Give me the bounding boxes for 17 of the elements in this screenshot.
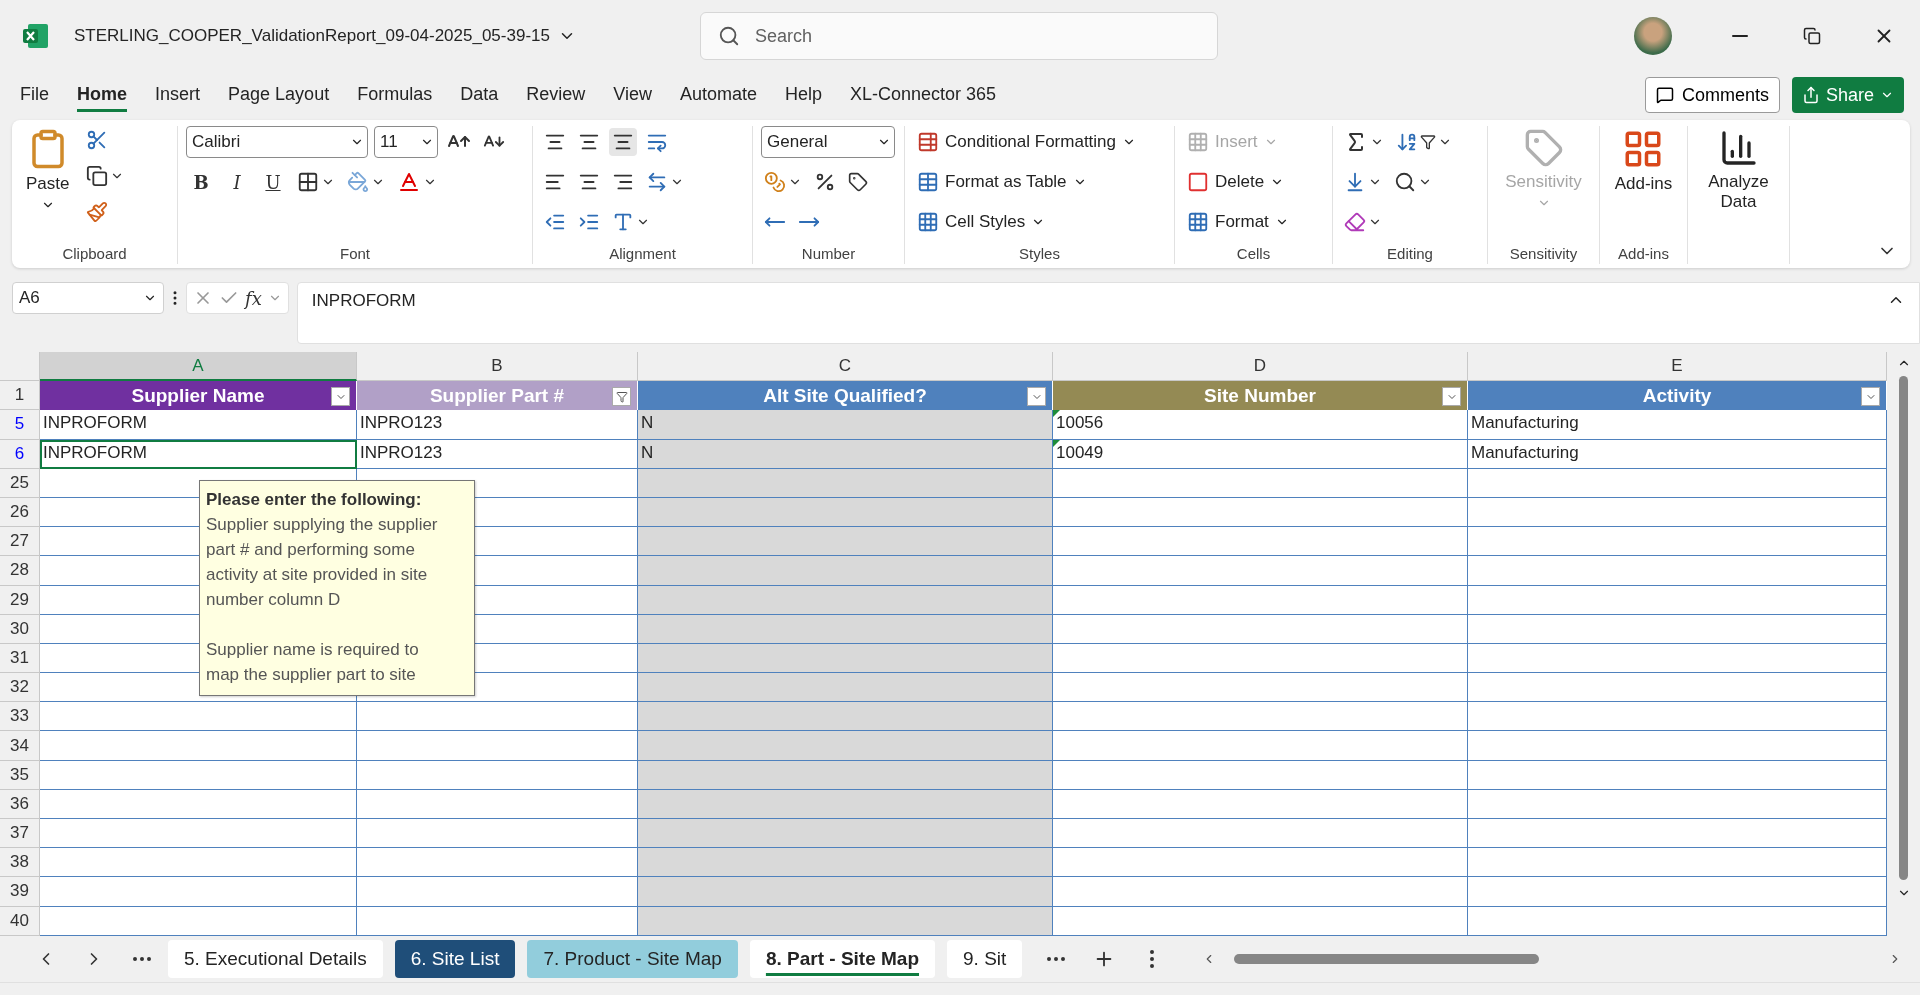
header-text: Alt Site Qualified?	[763, 384, 927, 407]
group-label: Font	[340, 245, 370, 262]
header-text: Site Number	[1204, 384, 1316, 407]
tooltip-title: Please enter the following:	[206, 489, 423, 511]
group-label: Styles	[1019, 245, 1060, 262]
tooltip-text: Supplier name is required to map the supplier part to site	[206, 639, 420, 686]
group-label: Alignment	[609, 245, 676, 262]
group-label: Clipboard	[62, 245, 127, 262]
group-label: Sensitivity	[1509, 245, 1578, 262]
header-text: Supplier Name	[131, 384, 265, 407]
group-label: Cells	[1236, 245, 1271, 262]
group-label: Editing	[1387, 245, 1433, 262]
header-text: Activity	[1642, 384, 1712, 407]
header-text: Supplier Part #	[429, 384, 565, 407]
group-label: Number	[801, 245, 856, 262]
group-label: Add-ins	[1618, 245, 1669, 262]
tooltip-text: Supplier supplying the supplier part # and performing some activity at site provided in site number column D	[206, 514, 439, 611]
